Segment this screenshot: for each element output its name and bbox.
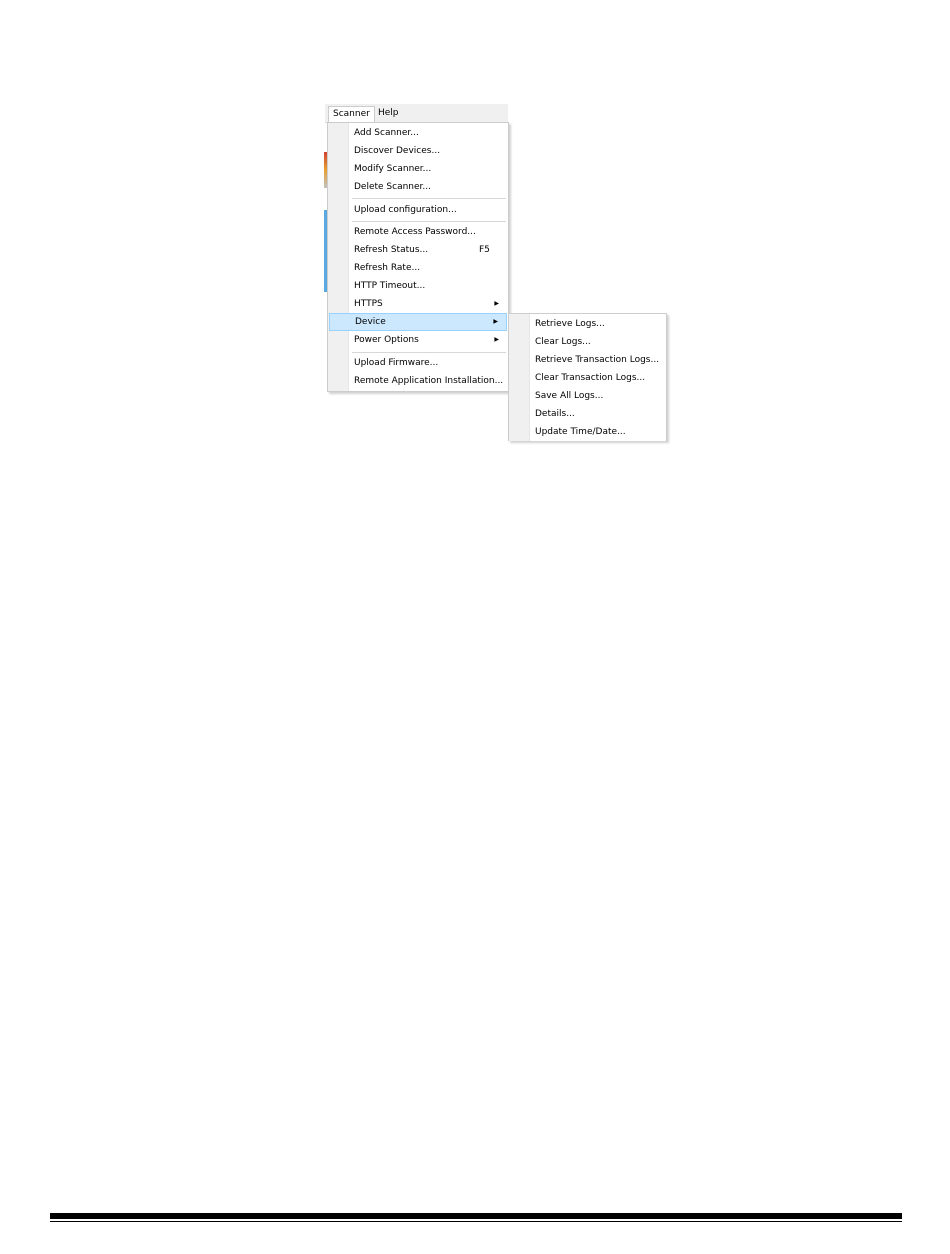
submenu-item-save-all-logs[interactable]: Save All Logs... [510, 387, 665, 405]
menu-item-http-timeout[interactable]: HTTP Timeout... [329, 277, 507, 295]
menu-item-upload-configuration[interactable]: Upload configuration... [329, 201, 507, 219]
footer-rule [50, 1213, 902, 1219]
menu-bar: Scanner Help [325, 104, 508, 123]
menu-item-modify-scanner[interactable]: Modify Scanner... [329, 160, 507, 178]
scanner-dropdown-menu: Add Scanner... Discover Devices... Modif… [327, 122, 509, 392]
menu-item-add-scanner[interactable]: Add Scanner... [329, 124, 507, 142]
submenu-item-retrieve-logs[interactable]: Retrieve Logs... [510, 315, 665, 333]
menu-item-refresh-rate[interactable]: Refresh Rate... [329, 259, 507, 277]
menu-item-label: Refresh Rate... [354, 263, 421, 273]
shortcut-label: F5 [479, 245, 490, 255]
menu-item-label: Power Options [354, 335, 419, 345]
submenu-item-update-time-date[interactable]: Update Time/Date... [510, 423, 665, 441]
menu-item-label: Clear Transaction Logs... [535, 373, 646, 383]
menu-item-label: Remote Access Password... [354, 227, 476, 237]
menu-item-upload-firmware[interactable]: Upload Firmware... [329, 354, 507, 372]
menu-item-delete-scanner[interactable]: Delete Scanner... [329, 178, 507, 196]
menu-item-label: Refresh Status... [354, 245, 429, 255]
menu-item-discover-devices[interactable]: Discover Devices... [329, 142, 507, 160]
submenu-item-retrieve-transaction-logs[interactable]: Retrieve Transaction Logs... [510, 351, 665, 369]
menu-item-refresh-status[interactable]: Refresh Status... F5 [329, 241, 507, 259]
triangle-right-icon: ▶ [494, 300, 499, 307]
menu-item-label: Device [355, 317, 386, 327]
menu-separator [352, 352, 506, 353]
menu-item-label: Retrieve Transaction Logs... [535, 355, 660, 365]
menu-item-label: Update Time/Date... [535, 427, 626, 437]
menu-item-label: Clear Logs... [535, 337, 591, 347]
menu-item-label: Save All Logs... [535, 391, 604, 401]
menu-item-https[interactable]: HTTPS ▶ [329, 295, 507, 313]
menu-item-label: Discover Devices... [354, 146, 441, 156]
menu-item-power-options[interactable]: Power Options ▶ [329, 331, 507, 349]
menu-item-remote-access-password[interactable]: Remote Access Password... [329, 223, 507, 241]
menu-item-label: HTTP Timeout... [354, 281, 426, 291]
submenu-item-clear-logs[interactable]: Clear Logs... [510, 333, 665, 351]
footer-rule-thin [50, 1221, 902, 1222]
menu-scanner[interactable]: Scanner [328, 106, 375, 123]
menu-separator [352, 221, 506, 222]
menu-item-label: Upload configuration... [354, 205, 457, 215]
triangle-right-icon: ▶ [494, 336, 499, 343]
menu-item-label: HTTPS [354, 299, 383, 309]
menu-item-label: Remote Application Installation... [354, 376, 504, 386]
menu-item-remote-application-installation[interactable]: Remote Application Installation... [329, 372, 507, 390]
menu-item-label: Modify Scanner... [354, 164, 432, 174]
menu-item-label: Add Scanner... [354, 128, 419, 138]
menu-help[interactable]: Help [374, 106, 403, 121]
menu-item-label: Delete Scanner... [354, 182, 432, 192]
submenu-item-clear-transaction-logs[interactable]: Clear Transaction Logs... [510, 369, 665, 387]
menu-item-label: Upload Firmware... [354, 358, 439, 368]
menu-item-label: Retrieve Logs... [535, 319, 605, 329]
menu-item-device[interactable]: Device ▶ [329, 313, 507, 331]
menu-item-label: Details... [535, 409, 575, 419]
device-submenu: Retrieve Logs... Clear Logs... Retrieve … [508, 313, 667, 441]
menu-separator [352, 198, 506, 199]
submenu-item-details[interactable]: Details... [510, 405, 665, 423]
triangle-right-icon: ▶ [493, 318, 498, 325]
